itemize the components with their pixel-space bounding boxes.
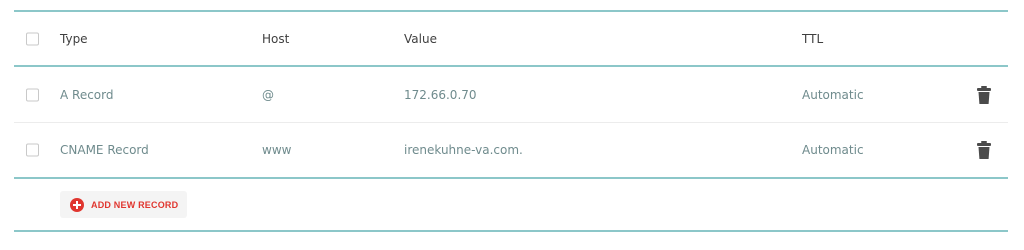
- row-checkbox-cell: [26, 88, 39, 101]
- column-header-type: Type: [60, 31, 88, 46]
- row-checkbox[interactable]: [26, 88, 39, 101]
- record-ttl: Automatic: [802, 143, 864, 157]
- trash-icon: [976, 85, 992, 105]
- record-type: A Record: [60, 87, 114, 102]
- table-row: CNAME Record www irenekuhne-va.com. Auto…: [14, 123, 1008, 177]
- record-ttl: Automatic: [802, 87, 864, 102]
- plus-circle-icon: [70, 197, 84, 212]
- record-host: www: [262, 143, 292, 157]
- table-row: A Record @ 172.66.0.70 Automatic: [14, 67, 1008, 122]
- select-all-checkbox-cell: [26, 32, 39, 45]
- column-header-ttl: TTL: [802, 31, 824, 46]
- add-new-record-label: ADD NEW RECORD: [91, 199, 179, 210]
- column-header-host: Host: [262, 31, 290, 46]
- row-checkbox[interactable]: [26, 143, 39, 157]
- add-new-record-button[interactable]: ADD NEW RECORD: [60, 191, 188, 218]
- table-bottom-rule: [14, 177, 1008, 179]
- delete-record-button[interactable]: [976, 85, 992, 105]
- dns-records-panel: Type Host Value TTL A Record @ 172.66.0.…: [0, 0, 1024, 250]
- record-host: @: [262, 87, 274, 102]
- delete-record-button[interactable]: [976, 140, 992, 160]
- select-all-checkbox[interactable]: [26, 32, 39, 45]
- trash-icon: [976, 140, 992, 160]
- record-value: irenekuhne-va.com.: [404, 143, 523, 157]
- record-type: CNAME Record: [60, 143, 149, 157]
- table-header-row: Type Host Value TTL: [14, 12, 1008, 65]
- section-bottom-rule: [14, 230, 1008, 232]
- column-header-value: Value: [404, 31, 437, 46]
- record-value: 172.66.0.70: [404, 87, 477, 102]
- row-checkbox-cell: [26, 143, 39, 157]
